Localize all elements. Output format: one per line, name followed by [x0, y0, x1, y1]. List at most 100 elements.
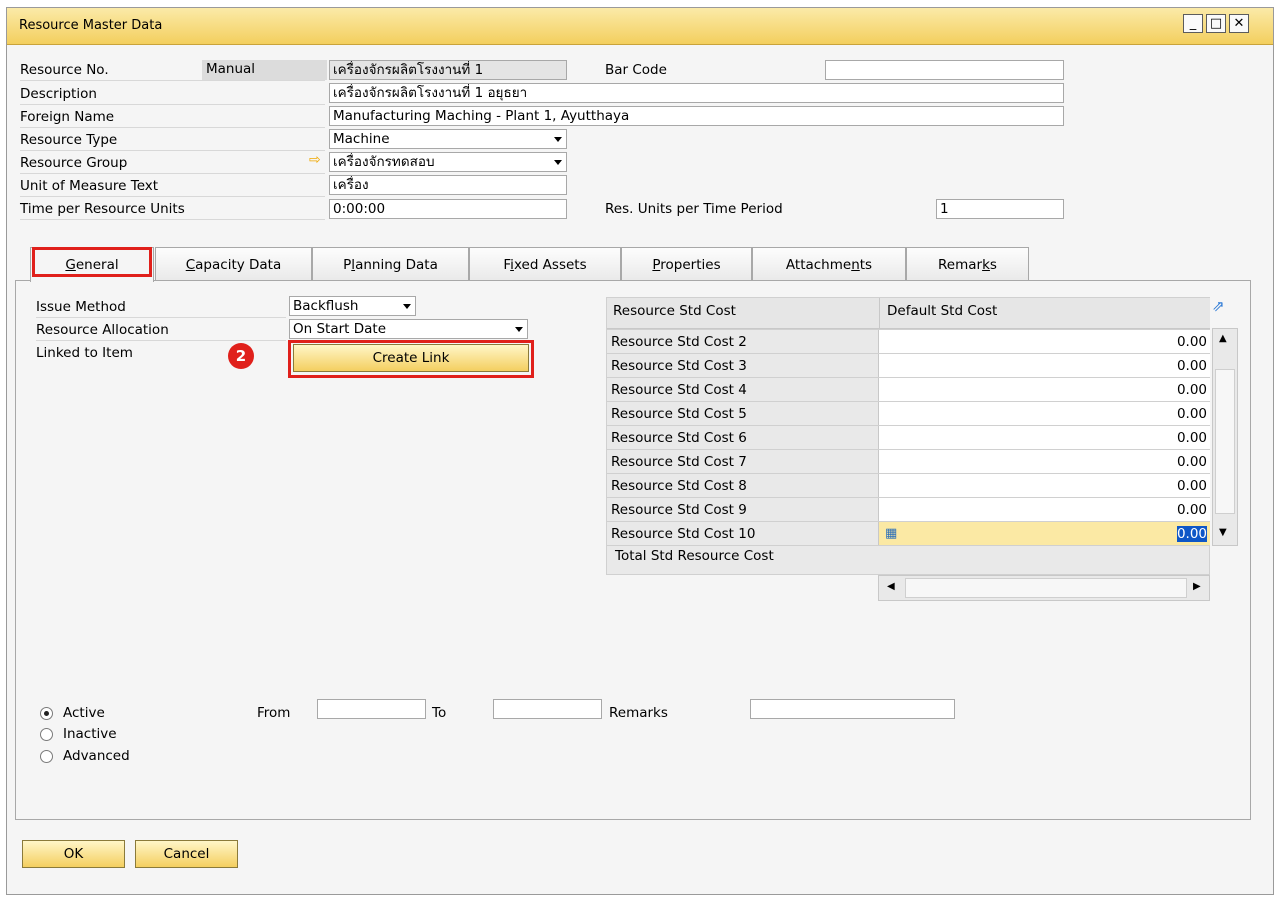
resource-type-value: Machine	[333, 131, 390, 147]
maximize-icon[interactable]: □	[1206, 14, 1226, 33]
grid-row[interactable]: Resource Std Cost 4 0.00	[607, 377, 1210, 401]
grid-row[interactable]: Resource Std Cost 5 0.00	[607, 401, 1210, 425]
window-title: Resource Master Data	[19, 18, 163, 33]
active-label: Active	[63, 705, 105, 721]
grid-row[interactable]: Resource Std Cost 3 0.00	[607, 353, 1210, 377]
inactive-radio[interactable]	[40, 728, 53, 741]
remarks-label: Remarks	[609, 705, 668, 721]
grid-row[interactable]: Resource Std Cost 10 0.00 ▦	[607, 521, 1210, 545]
cost-value-cell[interactable]: 0.00	[879, 474, 1210, 497]
scroll-up-icon[interactable]: ▲	[1219, 333, 1227, 344]
scroll-down-icon[interactable]: ▼	[1219, 527, 1227, 538]
grid-row[interactable]: Resource Std Cost 9 0.00	[607, 497, 1210, 521]
time-per-unit-label: Time per Resource Units	[20, 201, 185, 217]
resource-allocation-dropdown[interactable]: On Start Date	[289, 319, 528, 339]
vertical-scrollbar[interactable]: ▲ ▼	[1212, 328, 1238, 546]
divider	[20, 104, 325, 105]
tab-remarks[interactable]: Remarks	[906, 247, 1029, 281]
total-label: Total Std Resource Cost	[615, 548, 774, 564]
highlight-box	[32, 247, 152, 277]
grid-header: Resource Std Cost Default Std Cost	[607, 298, 1210, 329]
uom-field[interactable]: เครื่อง	[329, 175, 567, 195]
cost-value: 0.00	[1176, 526, 1207, 542]
cost-value-cell[interactable]: 0.00	[879, 378, 1210, 401]
dropdown-arrow-icon	[403, 304, 411, 309]
cost-value-cell[interactable]: 0.00	[879, 498, 1210, 521]
issue-method-dropdown[interactable]: Backflush	[289, 296, 416, 316]
cost-name-cell: Resource Std Cost 8	[607, 474, 879, 497]
remarks-field[interactable]	[750, 699, 955, 719]
foreign-name-label: Foreign Name	[20, 109, 115, 125]
uom-label: Unit of Measure Text	[20, 178, 159, 194]
cost-name-cell: Resource Std Cost 2	[607, 330, 879, 353]
cost-value-cell[interactable]: 0.00	[879, 426, 1210, 449]
cost-value-cell[interactable]: 0.00	[879, 354, 1210, 377]
cost-grid: Resource Std Cost Default Std Cost Resou…	[606, 297, 1210, 575]
total-row: Total Std Resource Cost	[607, 545, 1210, 575]
description-field[interactable]: เครื่องจักรผลิตโรงงานที่ 1 อยุธยา	[329, 83, 1064, 103]
issue-method-value: Backflush	[293, 298, 359, 314]
cost-value-cell[interactable]: 0.00	[879, 450, 1210, 473]
advanced-radio[interactable]	[40, 750, 53, 763]
description-label: Description	[20, 86, 97, 102]
horizontal-scrollbar[interactable]: ◀ ▶	[878, 575, 1210, 601]
divider	[20, 173, 325, 174]
cost-value: 0.00	[1176, 478, 1207, 494]
resource-type-dropdown[interactable]: Machine	[329, 129, 567, 149]
res-units-field[interactable]: 1	[936, 199, 1064, 219]
tab-planning-data[interactable]: Planning Data	[312, 247, 469, 281]
resource-allocation-label: Resource Allocation	[36, 322, 169, 338]
title-bar[interactable]: Resource Master Data _ □ ✕	[7, 8, 1273, 45]
scroll-right-icon[interactable]: ▶	[1193, 581, 1201, 592]
radio-dot	[44, 711, 49, 716]
grid-row[interactable]: Resource Std Cost 8 0.00	[607, 473, 1210, 497]
resource-no-field[interactable]: เครื่องจักรผลิตโรงงานที่ 1	[329, 60, 567, 80]
numbering-series-select[interactable]: Manual	[202, 60, 327, 80]
cost-name-cell: Resource Std Cost 6	[607, 426, 879, 449]
divider	[20, 196, 325, 197]
create-link-button[interactable]: Create Link	[293, 344, 529, 372]
scroll-left-icon[interactable]: ◀	[887, 581, 895, 592]
cost-value-cell[interactable]: 0.00	[879, 330, 1210, 353]
grid-row[interactable]: Resource Std Cost 6 0.00	[607, 425, 1210, 449]
grid-row[interactable]: Resource Std Cost 7 0.00	[607, 449, 1210, 473]
to-date-field[interactable]	[493, 699, 602, 719]
cost-value-cell[interactable]: 0.00	[879, 402, 1210, 425]
resource-group-dropdown[interactable]: เครื่องจักรทดสอบ	[329, 152, 567, 172]
dropdown-arrow-icon	[554, 137, 562, 142]
ok-button[interactable]: OK	[22, 840, 125, 868]
calculator-icon[interactable]: ▦	[885, 522, 897, 546]
dropdown-arrow-icon	[515, 327, 523, 332]
cost-name-cell: Resource Std Cost 3	[607, 354, 879, 377]
cost-value: 0.00	[1176, 502, 1207, 518]
scroll-thumb[interactable]	[1215, 369, 1235, 514]
foreign-name-field[interactable]: Manufacturing Maching - Plant 1, Ayuttha…	[329, 106, 1064, 126]
from-date-field[interactable]	[317, 699, 426, 719]
grid-row[interactable]: Resource Std Cost 2 0.00	[607, 329, 1210, 353]
divider	[20, 80, 325, 81]
close-icon[interactable]: ✕	[1229, 14, 1249, 33]
issue-method-label: Issue Method	[36, 299, 126, 315]
cost-name-cell: Resource Std Cost 5	[607, 402, 879, 425]
grid-body: Resource Std Cost 2 0.00 Resource Std Cost…	[607, 329, 1210, 545]
tab-properties[interactable]: Properties	[621, 247, 752, 281]
grid-header-col2: Default Std Cost	[887, 303, 998, 319]
cancel-button[interactable]: Cancel	[135, 840, 238, 868]
link-arrow-icon[interactable]: ⇨	[309, 152, 321, 168]
scroll-thumb[interactable]	[905, 578, 1187, 598]
time-per-unit-field[interactable]: 0:00:00	[329, 199, 567, 219]
dropdown-arrow-icon	[554, 160, 562, 165]
divider	[36, 340, 286, 341]
active-radio[interactable]	[40, 707, 53, 720]
expand-icon[interactable]: ⇗	[1212, 297, 1225, 315]
tab-fixed-assets[interactable]: Fixed Assets	[469, 247, 621, 281]
cost-value-cell[interactable]: 0.00 ▦	[879, 522, 1210, 545]
resource-type-label: Resource Type	[20, 132, 118, 148]
minimize-icon[interactable]: _	[1183, 14, 1203, 33]
bar-code-field[interactable]	[825, 60, 1064, 80]
cost-value: 0.00	[1176, 382, 1207, 398]
tab-attachments[interactable]: Attachments	[752, 247, 906, 281]
cost-value: 0.00	[1176, 454, 1207, 470]
tab-capacity-data[interactable]: Capacity Data	[155, 247, 312, 281]
divider	[20, 127, 325, 128]
